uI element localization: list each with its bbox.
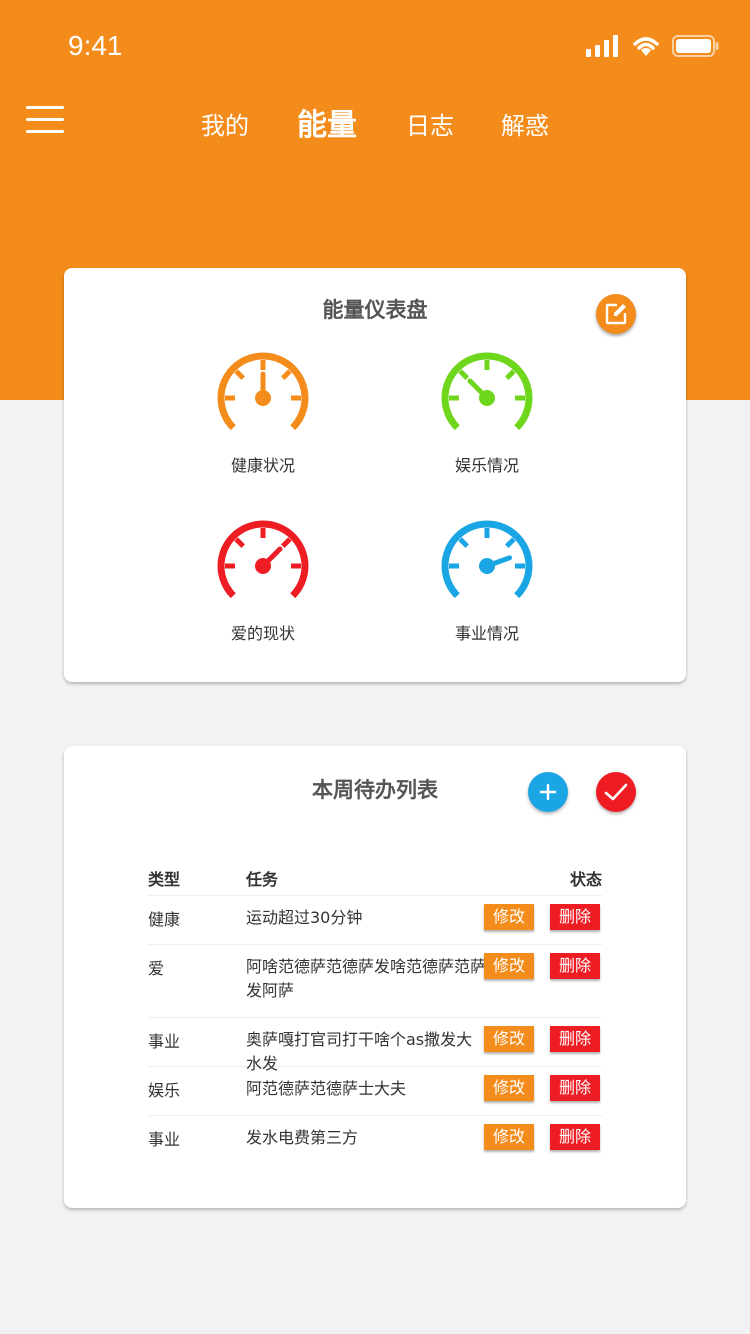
gauge-entertainment[interactable]: 娱乐情况 bbox=[417, 350, 557, 476]
add-task-button[interactable] bbox=[528, 772, 568, 812]
tab-energy[interactable]: 能量 bbox=[297, 100, 357, 144]
status-icons bbox=[586, 34, 720, 58]
gauge-career[interactable]: 事业情况 bbox=[417, 518, 557, 644]
battery-icon bbox=[672, 35, 719, 57]
header-status: 状态 bbox=[569, 870, 602, 889]
gauge-label: 娱乐情况 bbox=[454, 456, 519, 475]
gauge-label: 健康状况 bbox=[230, 456, 295, 475]
tab-mine[interactable]: 我的 bbox=[201, 106, 249, 141]
delete-button[interactable]: 删除 bbox=[550, 953, 600, 979]
row-task: 阿范德萨范德萨士大夫 bbox=[246, 1079, 407, 1098]
header-task: 任务 bbox=[246, 870, 279, 889]
speedometer-icon bbox=[441, 520, 533, 599]
edit-button[interactable]: 修改 bbox=[484, 1026, 534, 1052]
row-type: 事业 bbox=[148, 1130, 181, 1149]
table-row: 事业 发水电费第三方 修改 删除 bbox=[148, 1116, 602, 1165]
header-type: 类型 bbox=[148, 870, 181, 889]
table-row: 健康 运动超过30分钟 修改 删除 bbox=[148, 896, 602, 945]
edit-button[interactable]: 修改 bbox=[484, 953, 534, 979]
table-header: 类型 任务 状态 bbox=[148, 856, 602, 896]
todo-table: 类型 任务 状态 健康 运动超过30分钟 修改 删除 爱 阿啥范德萨范德萨发啥范… bbox=[148, 856, 602, 1165]
edit-icon bbox=[605, 303, 627, 325]
edit-button[interactable]: 修改 bbox=[484, 1124, 534, 1150]
gauge-label: 事业情况 bbox=[454, 624, 519, 643]
weekly-todo-card: 本周待办列表 类型 任务 状态 健康 运动超过30分钟 修改 删除 爱 阿啥范德… bbox=[64, 746, 686, 1208]
row-task: 运动超过30分钟 bbox=[246, 908, 363, 927]
table-row: 事业 奥萨嘎打官司打干啥个as撒发大水发 修改 删除 bbox=[148, 1018, 602, 1073]
status-time: 9:41 bbox=[68, 30, 123, 61]
tab-log[interactable]: 日志 bbox=[406, 106, 454, 141]
tab-answers[interactable]: 解惑 bbox=[501, 106, 549, 141]
speedometer-icon bbox=[441, 352, 533, 431]
signal-icon bbox=[586, 35, 618, 57]
gauge-health[interactable]: 健康状况 bbox=[193, 350, 333, 476]
table-row: 爱 阿啥范德萨范德萨发啥范德萨范萨发阿萨 修改 删除 bbox=[148, 945, 602, 1018]
speedometer-icon bbox=[217, 352, 309, 431]
delete-button[interactable]: 删除 bbox=[550, 1124, 600, 1150]
row-type: 事业 bbox=[148, 1032, 181, 1051]
delete-button[interactable]: 删除 bbox=[550, 1075, 600, 1101]
speedometer-icon bbox=[217, 520, 309, 599]
nav-tabs: 我的 能量 日志 解惑 bbox=[0, 88, 750, 158]
dashboard-title: 能量仪表盘 bbox=[322, 298, 428, 322]
wifi-icon bbox=[633, 37, 659, 56]
edit-button[interactable]: 修改 bbox=[484, 904, 534, 930]
plus-icon bbox=[539, 783, 557, 801]
delete-button[interactable]: 删除 bbox=[550, 904, 600, 930]
status-bar: 9:41 bbox=[0, 0, 750, 88]
top-nav: 我的 能量 日志 解惑 bbox=[0, 88, 750, 158]
table-row: 娱乐 阿范德萨范德萨士大夫 修改 删除 bbox=[148, 1067, 602, 1116]
edit-button[interactable]: 修改 bbox=[484, 1075, 534, 1101]
gauge-love[interactable]: 爱的现状 bbox=[193, 518, 333, 644]
energy-dashboard-card: 能量仪表盘 健康状况 娱乐情况 爱的现状 事业情况 bbox=[64, 268, 686, 682]
edit-dashboard-button[interactable] bbox=[596, 294, 636, 334]
confirm-button[interactable] bbox=[596, 772, 636, 812]
row-task: 发水电费第三方 bbox=[246, 1128, 359, 1147]
gauge-label: 爱的现状 bbox=[230, 624, 295, 643]
row-type: 爱 bbox=[148, 959, 165, 978]
delete-button[interactable]: 删除 bbox=[550, 1026, 600, 1052]
row-type: 娱乐 bbox=[148, 1081, 181, 1100]
todo-title: 本周待办列表 bbox=[312, 778, 438, 802]
row-task: 阿啥范德萨范德萨发啥范德萨范萨发阿萨 bbox=[246, 957, 487, 1000]
row-type: 健康 bbox=[148, 910, 181, 929]
check-icon bbox=[604, 783, 628, 801]
